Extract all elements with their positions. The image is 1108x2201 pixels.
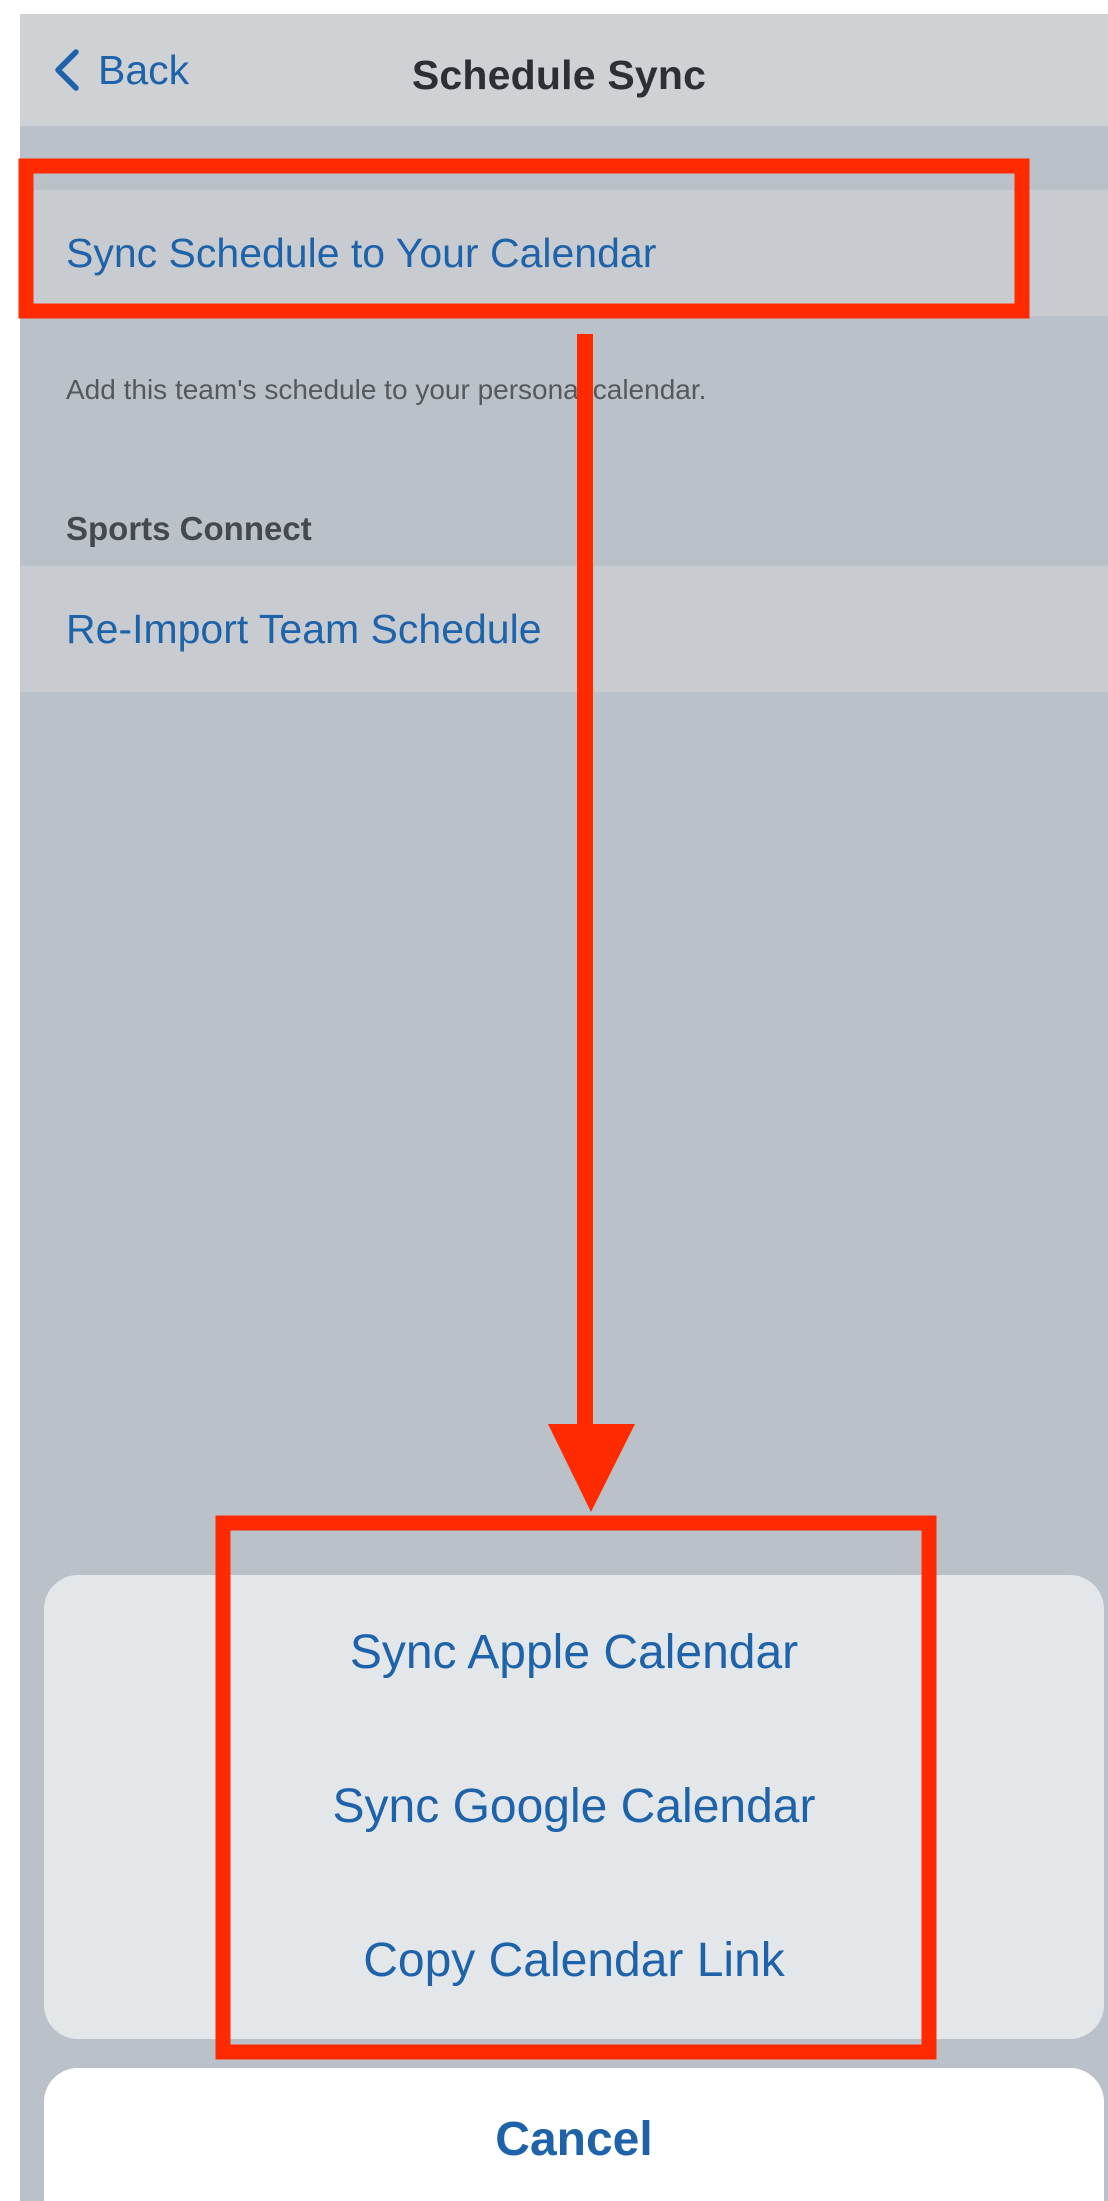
page: Back Schedule Sync Sync Schedule to Your… — [0, 0, 1108, 2201]
annotation-overlay — [18, 158, 1030, 2060]
highlight-box-action-sheet — [215, 1515, 937, 2060]
arrow-down-icon — [548, 334, 635, 1512]
highlight-box-sync-row — [18, 158, 1030, 319]
